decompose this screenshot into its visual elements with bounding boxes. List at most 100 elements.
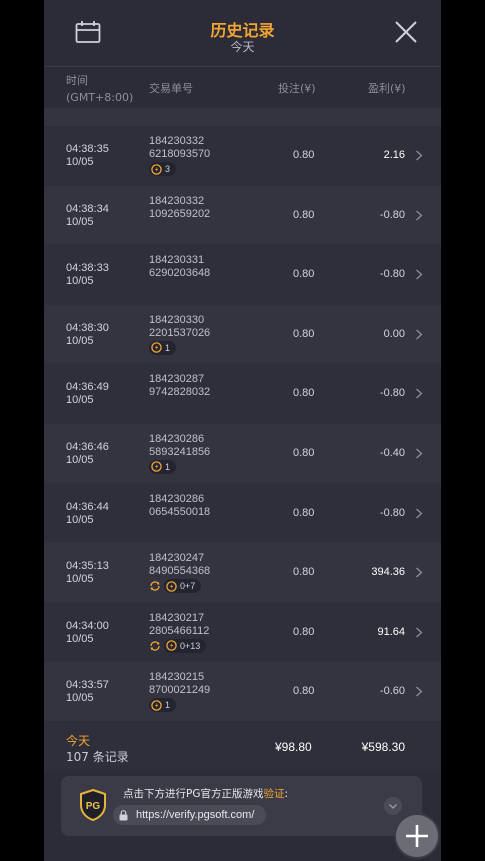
- row-date-value: 10/05: [66, 215, 94, 228]
- history-row[interactable]: 04:38:30 10/05 184230330 2201537026 1 0.80 0.0…: [44, 304, 441, 365]
- row-time: 04:36:49 10/05: [66, 381, 109, 407]
- row-date-value: 10/05: [66, 275, 94, 288]
- svg-text:PG: PG: [86, 801, 101, 812]
- history-row[interactable]: 04:36:49 10/05 184230287 9742828032 0.80 -0.8…: [44, 364, 441, 424]
- row-profit: 394.36: [371, 566, 405, 579]
- row-time-value: 04:36:44: [66, 500, 109, 513]
- row-bet: 0.80: [293, 446, 315, 459]
- row-profit: 2.16: [383, 149, 405, 161]
- row-order-number: 184230330 2201537026: [149, 314, 210, 340]
- plus-icon[interactable]: [396, 815, 438, 857]
- row-profit: 0.00: [383, 327, 405, 340]
- row-order-line1: 184230331: [149, 254, 205, 267]
- row-order-number: 184230287 9742828032: [149, 373, 210, 399]
- free-spin-badge: 0+7: [164, 579, 202, 594]
- free-spin-count: 0+13: [180, 640, 201, 651]
- row-order-number: 184230247 8490554368: [149, 552, 210, 578]
- free-spin-count: 1: [165, 700, 171, 711]
- row-badges: 3: [149, 162, 177, 176]
- row-time-value: 04:38:33: [66, 262, 109, 275]
- free-spin-count: 1: [165, 342, 171, 353]
- row-profit: -0.40: [379, 446, 405, 459]
- free-spin-count: 0+7: [180, 581, 196, 592]
- row-date-value: 10/05: [66, 573, 94, 586]
- row-time: 04:38:35 10/05: [66, 143, 109, 169]
- header: 历史记录 今天: [44, 0, 441, 66]
- free-spin-badge: 1: [149, 340, 177, 355]
- history-row[interactable]: 04:38:34 10/05 184230332 1092659202 0.80 -0.8…: [44, 185, 441, 246]
- row-time: 04:36:46 10/05: [66, 441, 109, 467]
- chevron-right-icon[interactable]: [415, 448, 423, 459]
- chevron-right-icon[interactable]: [415, 388, 423, 399]
- chevron-right-icon[interactable]: [415, 567, 423, 578]
- chevron-right-icon[interactable]: [415, 210, 423, 221]
- summary-bar: 今天 107 条记录 ¥98.80 ¥598.30: [44, 721, 441, 771]
- column-time-label: 时间: [66, 74, 88, 87]
- free-spin-badge: 0+13: [164, 638, 207, 653]
- verify-text-highlight: 验证: [263, 788, 285, 800]
- row-time-value: 04:38:34: [66, 202, 109, 215]
- column-profit-label: 盈利(¥): [368, 82, 406, 95]
- row-profit: -0.80: [379, 387, 405, 400]
- row-order-line1: 184230217: [149, 611, 205, 624]
- history-row[interactable]: 04:34:00 10/05 184230217 2805466112 0+13 0.80…: [44, 602, 441, 663]
- row-date-value: 10/05: [66, 156, 94, 168]
- verify-url-link[interactable]: https://verify.pgsoft.com/: [113, 805, 267, 825]
- row-order-line2: 2805466112: [149, 624, 210, 637]
- row-date-value: 10/05: [66, 632, 94, 645]
- row-bet: 0.80: [293, 566, 315, 579]
- row-order-line2: 2201537026: [149, 326, 211, 339]
- row-order-number: 184230332 1092659202: [149, 195, 210, 221]
- row-time-value: 04:36:46: [66, 440, 109, 453]
- history-row[interactable]: 04:38:33 10/05 184230331 6290203648 0.80 -0.8…: [44, 245, 441, 305]
- row-time: 04:36:44 10/05: [66, 501, 109, 527]
- chevron-right-icon[interactable]: [415, 150, 423, 161]
- row-order-line2: 6218093570: [149, 148, 211, 160]
- chevron-right-icon[interactable]: [415, 269, 423, 280]
- row-bet: 0.80: [293, 208, 315, 221]
- row-time: 04:34:00 10/05: [66, 620, 109, 646]
- row-profit: -0.80: [379, 208, 405, 221]
- row-order-line1: 184230332: [149, 135, 205, 147]
- verify-banner[interactable]: PG 点击下方进行PG官方正版游戏验证: https://verify.pgso…: [61, 776, 422, 836]
- chevron-right-icon[interactable]: [415, 627, 423, 638]
- chevron-down-icon[interactable]: [384, 797, 402, 815]
- free-spin-icon: [151, 461, 162, 473]
- row-bet: 0.80: [293, 685, 315, 698]
- date-filter-label[interactable]: 今天: [44, 38, 441, 55]
- history-row[interactable]: 04:36:46 10/05 184230286 5893241856 1 0.80 -0.…: [44, 423, 441, 484]
- row-bet: 0.80: [293, 625, 315, 638]
- row-badges: 1: [149, 340, 177, 355]
- row-date-value: 10/05: [66, 394, 94, 407]
- chevron-right-icon[interactable]: [415, 686, 423, 697]
- row-profit: -0.60: [379, 685, 405, 698]
- history-row[interactable]: 04:38:35 10/05 184230332 6218093570 3 0.80 2.1…: [44, 126, 441, 186]
- row-order-line2: 8490554368: [149, 565, 211, 578]
- list-spacer: [44, 108, 441, 126]
- row-order-line2: 0654550018: [149, 505, 211, 518]
- row-time-value: 04:36:49: [66, 381, 109, 394]
- respin-icon: [150, 641, 160, 651]
- row-order-line2: 1092659202: [149, 207, 211, 220]
- column-timezone-label: (GMT+8:00): [66, 91, 134, 104]
- row-order-line2: 5893241856: [149, 445, 211, 458]
- close-icon[interactable]: [395, 21, 417, 43]
- row-order-number: 184230215 8700021249: [149, 671, 210, 697]
- chevron-right-icon[interactable]: [415, 329, 423, 340]
- row-order-number: 184230286 5893241856: [149, 433, 210, 459]
- summary-record-count: 107 条记录: [66, 750, 129, 764]
- row-profit: -0.80: [379, 268, 405, 281]
- history-row[interactable]: 04:33:57 10/05 184230215 8700021249 1 0.80 -0.…: [44, 662, 441, 722]
- row-order-line1: 184230286: [149, 432, 205, 445]
- verify-text-main: 点击下方进行PG官方正版游戏: [123, 788, 264, 800]
- free-spin-badge: 1: [149, 698, 177, 713]
- column-time: 时间 (GMT+8:00): [66, 72, 133, 106]
- free-spin-badge: 3: [149, 162, 177, 176]
- chevron-right-icon[interactable]: [415, 508, 423, 519]
- free-spin-icon: [166, 640, 177, 651]
- history-row[interactable]: 04:35:13 10/05 184230247 8490554368 0+7 0.80 3…: [44, 543, 441, 603]
- row-bet: 0.80: [293, 327, 315, 340]
- lock-icon: [119, 809, 128, 820]
- row-time-value: 04:38:30: [66, 321, 109, 334]
- history-row[interactable]: 04:36:44 10/05 184230286 0654550018 0.80 -0.8…: [44, 483, 441, 544]
